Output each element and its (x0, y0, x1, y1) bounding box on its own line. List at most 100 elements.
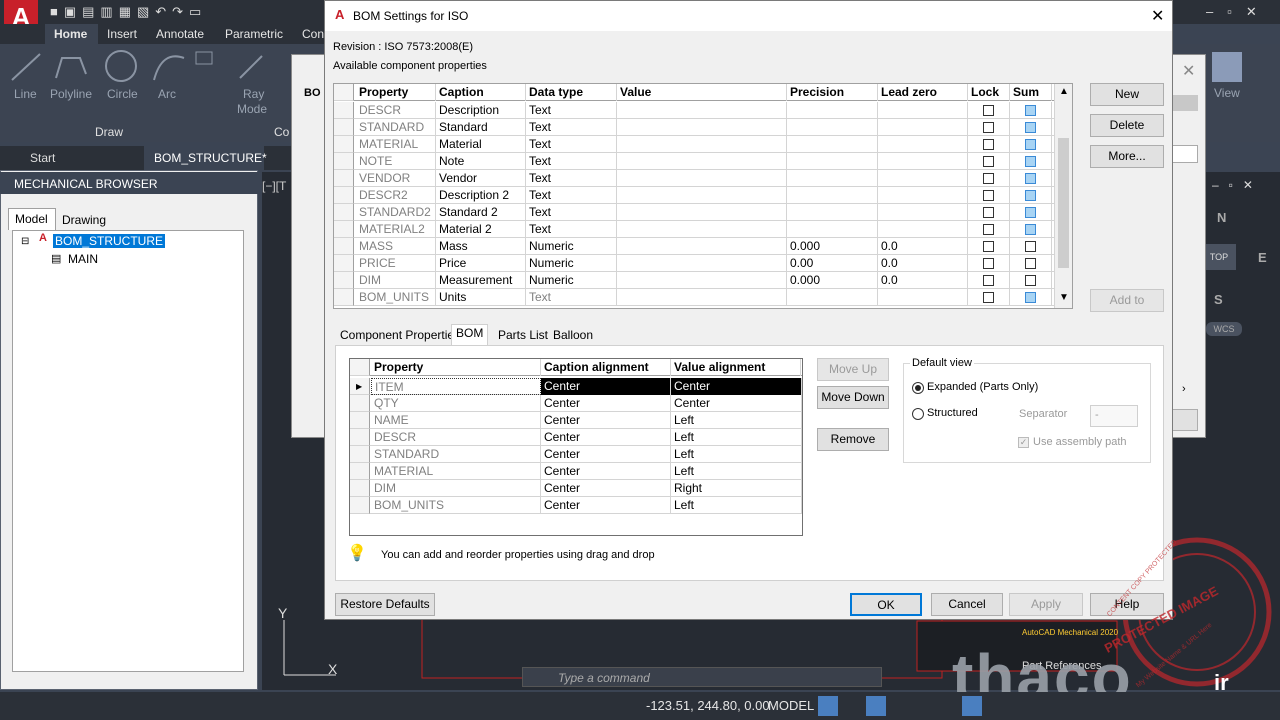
tab-con[interactable]: Con (302, 27, 324, 41)
precision-cell[interactable] (787, 153, 878, 170)
data-type-cell[interactable]: Text (526, 221, 617, 238)
tree-item-bom-structure[interactable]: BOM_STRUCTURE (53, 234, 166, 248)
row-header[interactable] (334, 255, 354, 272)
caption-cell[interactable]: Vendor (436, 170, 526, 187)
sum-checkbox[interactable] (1025, 241, 1036, 252)
precision-cell[interactable] (787, 102, 878, 119)
bg-dialog-field[interactable] (1172, 145, 1198, 163)
bom-row-header[interactable] (350, 497, 370, 514)
mode-label[interactable]: Mode (237, 102, 267, 116)
close-icon[interactable]: ✕ (1151, 6, 1164, 26)
lead-zero-cell[interactable] (878, 136, 968, 153)
value-cell[interactable] (617, 153, 787, 170)
bom-row[interactable]: MATERIAL Center Left (350, 463, 802, 480)
bom-caption-alignment-cell[interactable]: Center (541, 446, 671, 463)
lock-checkbox[interactable] (983, 156, 994, 167)
window-controls[interactable]: –▫✕ (1200, 0, 1280, 24)
structured-label[interactable]: Structured (927, 407, 978, 419)
value-cell[interactable] (617, 136, 787, 153)
viewcube-top[interactable]: TOP (1202, 244, 1236, 270)
bom-value-alignment-cell[interactable]: Center (671, 395, 802, 412)
bom-property-cell[interactable]: DIM (371, 480, 541, 497)
row-header[interactable] (334, 187, 354, 204)
caption-cell[interactable]: Standard (436, 119, 526, 136)
lead-zero-cell[interactable] (878, 153, 968, 170)
bom-value-alignment-cell[interactable]: Left (671, 463, 802, 480)
value-cell[interactable] (617, 289, 787, 306)
sum-checkbox[interactable] (1025, 207, 1036, 218)
caption-cell[interactable]: Mass (436, 238, 526, 255)
bom-row[interactable]: QTY Center Center (350, 395, 802, 412)
tab-balloon[interactable]: Balloon (549, 327, 597, 345)
property-cell[interactable]: BOM_UNITS (356, 289, 436, 306)
row-header[interactable] (334, 221, 354, 238)
value-cell[interactable] (617, 170, 787, 187)
bom-col-caption-alignment[interactable]: Caption alignment (541, 359, 671, 376)
polar-tracking-icon[interactable] (866, 696, 886, 716)
col-sum[interactable]: Sum (1010, 84, 1052, 101)
delete-button[interactable]: Delete (1090, 114, 1164, 137)
properties-grid[interactable]: Property Caption Data type Value Precisi… (333, 83, 1073, 309)
data-type-cell[interactable]: Text (526, 119, 617, 136)
scroll-up-icon[interactable]: ▲ (1059, 86, 1069, 97)
bom-property-cell[interactable]: MATERIAL (371, 463, 541, 480)
data-type-cell[interactable]: Text (526, 187, 617, 204)
caption-cell[interactable]: Measurement (436, 272, 526, 289)
precision-cell[interactable] (787, 204, 878, 221)
col-precision[interactable]: Precision (787, 84, 878, 101)
row-header[interactable] (334, 204, 354, 221)
bom-row[interactable]: BOM_UNITS Center Left (350, 497, 802, 514)
precision-cell[interactable] (787, 289, 878, 306)
bom-caption-alignment-cell[interactable]: Center (541, 480, 671, 497)
property-row[interactable]: MATERIAL Material Text (334, 136, 1054, 153)
data-type-cell[interactable]: Text (526, 153, 617, 170)
bom-property-cell[interactable]: NAME (371, 412, 541, 429)
bom-row[interactable]: DESCR Center Left (350, 429, 802, 446)
bg-dialog-button[interactable] (1172, 409, 1198, 431)
tab-insert[interactable]: Insert (107, 27, 137, 41)
caption-cell[interactable]: Price (436, 255, 526, 272)
bom-row-header[interactable] (350, 412, 370, 429)
precision-cell[interactable] (787, 136, 878, 153)
property-row[interactable]: MASS Mass Numeric 0.000 0.0 (334, 238, 1054, 255)
property-row[interactable]: DESCR Description Text (334, 102, 1054, 119)
sum-checkbox[interactable] (1025, 258, 1036, 269)
lock-checkbox[interactable] (983, 122, 994, 133)
bom-row[interactable]: DIM Center Right (350, 480, 802, 497)
lead-zero-cell[interactable] (878, 119, 968, 136)
apply-button[interactable]: Apply (1009, 593, 1083, 616)
lead-zero-cell[interactable] (878, 289, 968, 306)
sum-checkbox[interactable] (1025, 292, 1036, 303)
property-row[interactable]: VENDOR Vendor Text (334, 170, 1054, 187)
tree-item-main[interactable]: MAIN (68, 252, 98, 266)
property-cell[interactable]: DESCR (356, 102, 436, 119)
data-type-cell[interactable]: Numeric (526, 255, 617, 272)
lock-checkbox[interactable] (983, 241, 994, 252)
browser-tab-drawing[interactable]: Drawing (58, 211, 110, 230)
property-row[interactable]: NOTE Note Text (334, 153, 1054, 170)
sum-checkbox[interactable] (1025, 122, 1036, 133)
properties-scrollbar[interactable]: ▲ ▼ (1054, 84, 1072, 308)
lock-checkbox[interactable] (983, 258, 994, 269)
bom-row[interactable]: STANDARD Center Left (350, 446, 802, 463)
lead-zero-cell[interactable] (878, 170, 968, 187)
data-type-cell[interactable]: Text (526, 102, 617, 119)
toolbar-icons[interactable]: ■▣▤▥▦▧↶↷▭ (50, 4, 320, 19)
draw-panel-label[interactable]: Draw (95, 125, 123, 139)
collapse-icon[interactable]: ⊟ (21, 236, 29, 247)
lead-zero-cell[interactable] (878, 187, 968, 204)
caption-cell[interactable]: Standard 2 (436, 204, 526, 221)
lead-zero-cell[interactable]: 0.0 (878, 238, 968, 255)
lead-zero-cell[interactable] (878, 102, 968, 119)
scroll-down-icon[interactable]: ▼ (1059, 292, 1069, 303)
assembly-path-checkbox[interactable]: ✓ (1018, 437, 1029, 448)
property-cell[interactable]: NOTE (356, 153, 436, 170)
sum-checkbox[interactable] (1025, 105, 1036, 116)
property-cell[interactable]: DESCR2 (356, 187, 436, 204)
bg-dialog-arrow-icon[interactable]: › (1182, 383, 1186, 395)
bom-row-header[interactable] (350, 463, 370, 480)
property-row[interactable]: STANDARD2 Standard 2 Text (334, 204, 1054, 221)
data-type-cell[interactable]: Numeric (526, 272, 617, 289)
data-type-cell[interactable]: Text (526, 136, 617, 153)
caption-cell[interactable]: Description (436, 102, 526, 119)
